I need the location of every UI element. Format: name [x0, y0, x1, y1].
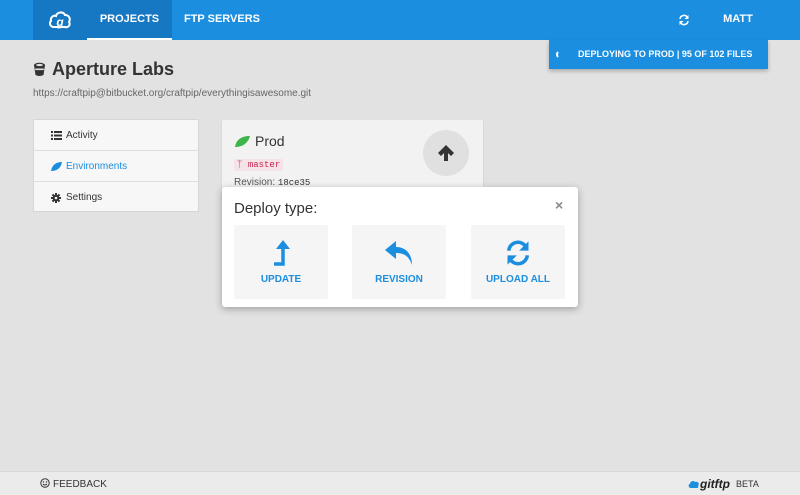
- deploy-type-popover: Deploy type: × UPDATE REVISION UPLOAD AL…: [222, 187, 578, 307]
- side-item-settings[interactable]: Settings: [34, 182, 198, 213]
- reply-icon: [385, 241, 412, 265]
- option-label: UPLOAD ALL: [485, 274, 551, 285]
- option-label: UPDATE: [260, 274, 302, 285]
- option-label: REVISION: [375, 274, 423, 285]
- footer: FEEDBACK gitftp BETA: [0, 471, 800, 495]
- popover-title: Deploy type:: [234, 200, 318, 217]
- arrow-up-icon: [438, 145, 454, 161]
- deploy-progress-toast[interactable]: DEPLOYING TO PROD | 95 OF 102 FILES: [549, 40, 768, 69]
- side-item-label: Environments: [66, 160, 128, 172]
- nav-ftp-servers[interactable]: FTP SERVERS: [172, 0, 272, 40]
- deploy-option-upload-all[interactable]: UPLOAD ALL: [471, 225, 565, 299]
- level-up-icon: [274, 240, 290, 266]
- cloud-g-icon: g: [49, 11, 71, 29]
- user-menu[interactable]: MATT: [708, 0, 768, 40]
- side-item-environments[interactable]: Environments: [34, 151, 198, 182]
- deploy-button[interactable]: [423, 130, 469, 176]
- side-item-label: Activity: [66, 129, 98, 141]
- nav-projects[interactable]: PROJECTS: [87, 0, 172, 40]
- brand-footer: gitftp BETA: [688, 477, 759, 491]
- beta-label: BETA: [735, 479, 759, 489]
- close-icon[interactable]: ×: [555, 197, 563, 213]
- list-icon: [50, 129, 62, 141]
- top-navbar: g PROJECTS FTP SERVERS MATT: [0, 0, 800, 40]
- bucket-icon: [34, 62, 45, 76]
- app-logo[interactable]: g: [33, 0, 87, 40]
- deploy-option-update[interactable]: UPDATE: [234, 225, 328, 299]
- project-side-menu: Activity Environments Settings: [33, 119, 199, 212]
- leaf-icon: [50, 160, 62, 172]
- feedback-link[interactable]: FEEDBACK: [40, 478, 107, 491]
- environment-title: Prod: [235, 133, 285, 149]
- branch-name: master: [247, 160, 281, 170]
- svg-text:g: g: [55, 15, 64, 29]
- project-header: Aperture Labs: [33, 59, 174, 80]
- spinner-icon: [556, 50, 565, 59]
- brand-logo: gitftp: [700, 477, 730, 491]
- side-item-label: Settings: [66, 192, 103, 203]
- leaf-icon: [235, 135, 250, 147]
- side-item-activity[interactable]: Activity: [34, 120, 198, 151]
- refresh-icon: [679, 14, 689, 26]
- deploy-option-revision[interactable]: REVISION: [352, 225, 446, 299]
- project-title: Aperture Labs: [52, 59, 175, 79]
- feedback-label: FEEDBACK: [53, 479, 107, 490]
- gear-icon: [50, 192, 62, 204]
- branch-badge: ᛉ master: [234, 159, 284, 171]
- deploy-progress-text: DEPLOYING TO PROD | 95 OF 102 FILES: [578, 49, 753, 59]
- project-repo-url: https://craftpip@bitbucket.org/craftpip/…: [33, 88, 312, 99]
- refresh-icon: [506, 240, 530, 266]
- environment-name: Prod: [255, 133, 285, 149]
- refresh-button[interactable]: [668, 0, 700, 40]
- branch-icon: ᛉ: [237, 160, 248, 170]
- cloud-icon: [688, 480, 699, 488]
- smile-icon: [40, 478, 50, 491]
